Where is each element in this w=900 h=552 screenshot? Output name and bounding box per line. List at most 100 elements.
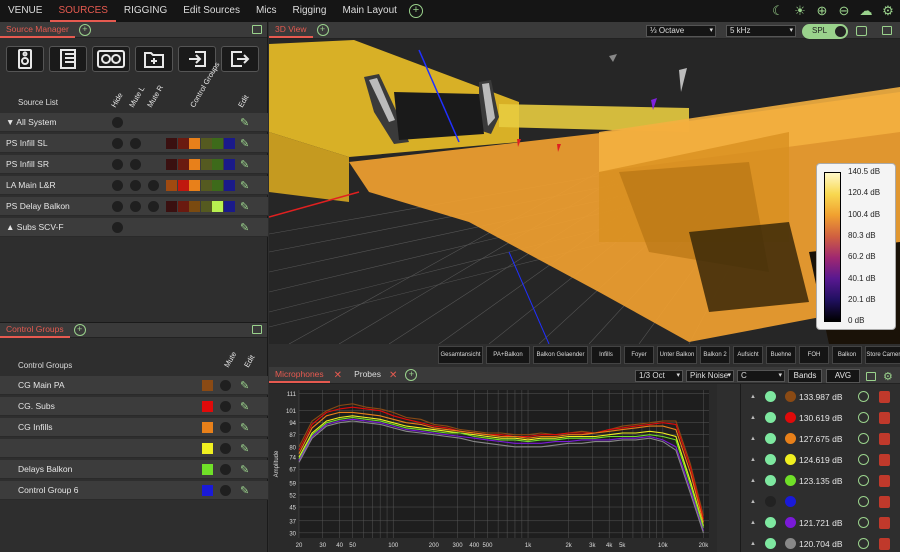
view-preset-button[interactable]: Foyer [624, 346, 654, 364]
octave-select[interactable]: ⅓ Octave [646, 25, 716, 37]
edit-pencil-icon[interactable]: ✎ [240, 158, 249, 171]
mic-enable-toggle[interactable] [765, 454, 776, 465]
mic-enable-toggle[interactable] [765, 496, 776, 507]
control-group-swatch[interactable] [166, 159, 177, 170]
expand-arrow-icon[interactable]: ▲ [750, 499, 756, 505]
zoom-in-icon[interactable]: ⊕ [814, 3, 830, 19]
view-preset-button[interactable]: Balkon 2 [700, 346, 730, 364]
control-group-swatch[interactable] [223, 180, 235, 191]
mute-l-toggle[interactable] [130, 138, 141, 149]
edit-pencil-icon[interactable]: ✎ [240, 200, 249, 213]
source-row[interactable]: LA Main L&R ✎ [0, 176, 268, 195]
frequency-select[interactable]: 5 kHz [726, 25, 796, 37]
mute-toggle[interactable] [220, 464, 231, 475]
control-group-color[interactable] [202, 422, 213, 433]
mic-color[interactable] [785, 433, 796, 444]
mute-l-toggle[interactable] [130, 180, 141, 191]
mute-toggle[interactable] [220, 422, 231, 433]
mic-enable-toggle[interactable] [765, 538, 776, 549]
mic-color[interactable] [785, 538, 796, 549]
control-group-swatch[interactable] [223, 201, 235, 212]
delete-trash-icon[interactable] [879, 495, 890, 508]
locate-target-icon[interactable] [858, 538, 869, 549]
mute-toggle[interactable] [220, 380, 231, 391]
menu-main-layout[interactable]: Main Layout [334, 0, 404, 22]
hide-toggle[interactable] [112, 180, 123, 191]
view-preset-button[interactable]: Aufsicht [733, 346, 763, 364]
expand-arrow-icon[interactable]: ▲ [750, 436, 756, 442]
edit-pencil-icon[interactable]: ✎ [240, 484, 249, 497]
locate-target-icon[interactable] [858, 496, 869, 507]
close-microphones-icon[interactable]: ✕ [334, 370, 342, 381]
speaker-button[interactable] [6, 46, 44, 72]
control-group-swatch[interactable] [177, 138, 189, 149]
view-preset-button[interactable]: PA+Balkon [486, 346, 530, 364]
control-group-swatch[interactable] [212, 138, 223, 149]
locate-target-icon[interactable] [858, 412, 869, 423]
view-preset-button[interactable]: Buehne [766, 346, 796, 364]
dark-mode-icon[interactable]: ☾ [770, 3, 786, 19]
expand-arrow-icon[interactable]: ▲ [750, 394, 756, 400]
edit-pencil-icon[interactable]: ✎ [240, 137, 249, 150]
source-row[interactable]: ▲ Subs SCV-F ✎ [0, 218, 268, 237]
control-group-swatch[interactable] [212, 180, 223, 191]
control-group-swatch[interactable] [177, 180, 189, 191]
delete-trash-icon[interactable] [879, 474, 890, 487]
view-preset-button[interactable]: FOH [799, 346, 829, 364]
control-group-swatch[interactable] [189, 201, 200, 212]
control-group-swatch[interactable] [223, 138, 235, 149]
edit-pencil-icon[interactable]: ✎ [240, 442, 249, 455]
hide-toggle[interactable] [112, 138, 123, 149]
mic-color[interactable] [785, 496, 796, 507]
hide-toggle[interactable] [112, 159, 123, 170]
expand-arrow-icon[interactable]: ▲ [750, 541, 756, 547]
zoom-out-icon[interactable]: ⊖ [836, 3, 852, 19]
source-row[interactable]: PS Infill SL ✎ [0, 134, 268, 153]
control-group-swatch[interactable] [212, 201, 223, 212]
mute-r-toggle[interactable] [148, 180, 159, 191]
control-group-color[interactable] [202, 401, 213, 412]
source-row[interactable]: PS Infill SR ✎ [0, 155, 268, 174]
mic-color[interactable] [785, 475, 796, 486]
popout-icon[interactable] [252, 25, 262, 34]
control-group-row[interactable]: CG Infills ✎ [0, 418, 268, 437]
control-group-row[interactable]: Delays Balkon ✎ [0, 460, 268, 479]
noise-select[interactable]: Pink Noise [686, 370, 734, 382]
delete-trash-icon[interactable] [879, 432, 890, 445]
source-manager-tab[interactable]: Source Manager [0, 22, 75, 38]
microphones-tab[interactable]: Microphones [269, 367, 330, 383]
resolution-select[interactable]: 1/3 Oct [635, 370, 683, 382]
line-array-button[interactable] [49, 46, 87, 72]
mic-color[interactable] [785, 454, 796, 465]
edit-pencil-icon[interactable]: ✎ [240, 463, 249, 476]
edit-pencil-icon[interactable]: ✎ [240, 400, 249, 413]
avg-button[interactable]: AVG [826, 369, 860, 383]
mute-l-toggle[interactable] [130, 159, 141, 170]
edit-pencil-icon[interactable]: ✎ [240, 421, 249, 434]
mic-row[interactable]: ▲ 127.675 dB [745, 428, 900, 449]
control-group-swatch[interactable] [189, 180, 200, 191]
control-group-swatch[interactable] [166, 180, 177, 191]
view3d-tab[interactable]: 3D View [269, 22, 313, 38]
mic-row[interactable]: ▲ [745, 491, 900, 512]
control-group-swatch[interactable] [166, 138, 177, 149]
mic-enable-toggle[interactable] [765, 391, 776, 402]
delete-trash-icon[interactable] [879, 516, 890, 529]
hide-toggle[interactable] [112, 117, 123, 128]
locate-target-icon[interactable] [858, 433, 869, 444]
probes-tab[interactable]: Probes [350, 367, 385, 383]
control-group-swatch[interactable] [177, 159, 189, 170]
locate-target-icon[interactable] [858, 475, 869, 486]
export-button[interactable] [221, 46, 259, 72]
mic-row[interactable]: ▲ 133.987 dB [745, 386, 900, 407]
locate-target-icon[interactable] [858, 391, 869, 402]
control-groups-tab[interactable]: Control Groups [0, 322, 70, 338]
menu-rigging[interactable]: RIGGING [116, 0, 175, 22]
light-mode-icon[interactable]: ☀ [792, 3, 808, 19]
source-row[interactable]: PS Delay Balkon ✎ [0, 197, 268, 216]
control-group-swatch[interactable] [177, 201, 189, 212]
view-preset-button[interactable]: Balkon [832, 346, 862, 364]
spl-toggle[interactable]: SPL [802, 24, 848, 39]
control-group-color[interactable] [202, 464, 213, 475]
locate-target-icon[interactable] [858, 454, 869, 465]
